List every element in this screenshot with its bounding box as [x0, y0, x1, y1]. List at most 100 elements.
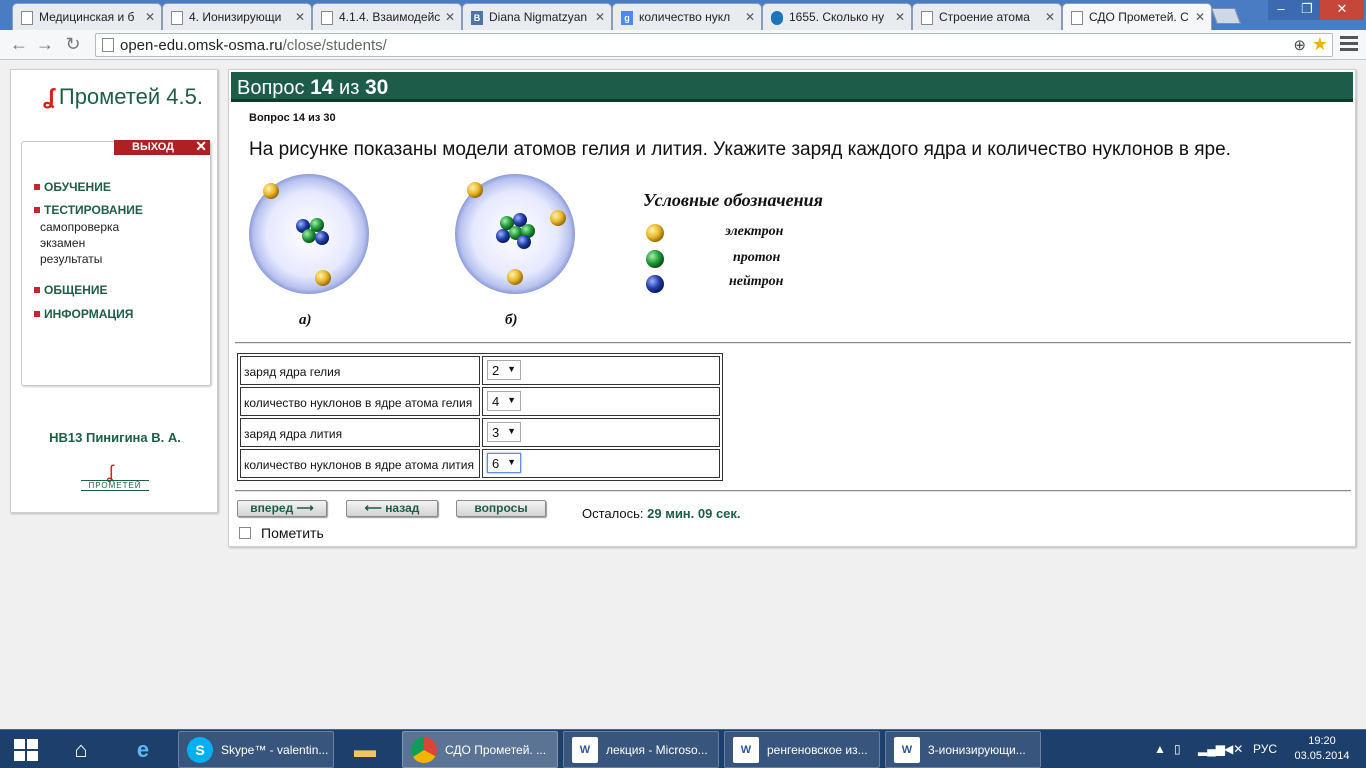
taskbar-item-word-xray[interactable]: W ренгеновское из...	[724, 731, 880, 768]
tray-expand-icon[interactable]: ▲	[1154, 742, 1166, 756]
divider	[235, 490, 1351, 492]
word-icon: W	[733, 737, 759, 763]
new-tab-button[interactable]	[1211, 8, 1241, 24]
clock[interactable]: 19:20 03.05.2014	[1290, 734, 1354, 764]
question-panel: Вопрос 14 из 30 Вопрос 14 из 30 На рисун…	[228, 69, 1356, 547]
dropdown-arrow-icon: ▼	[507, 364, 516, 374]
home-icon[interactable]: ⌂	[56, 732, 106, 767]
sidebar: ʆ Прометей 4.5. ВЫХОД ✕ ОБУЧЕНИЕ ТЕСТИРОВА…	[10, 69, 218, 513]
browser-tab[interactable]: 4.1.4. Взаимодейс ✕	[312, 3, 462, 30]
forward-arrow-icon[interactable]: →	[34, 35, 56, 55]
sidebar-item-information[interactable]: ИНФОРМАЦИЯ	[34, 307, 133, 321]
back-arrow-icon[interactable]: ←	[8, 35, 30, 55]
internet-explorer-icon[interactable]: e	[118, 732, 168, 767]
close-icon[interactable]: ✕	[595, 10, 605, 24]
close-icon: ✕	[195, 138, 207, 154]
reload-icon[interactable]: ↻	[62, 35, 84, 55]
sidebar-subitem-results[interactable]: результаты	[40, 252, 102, 266]
forward-button[interactable]: вперед ⟶	[237, 500, 327, 517]
close-icon[interactable]: ✕	[1045, 10, 1055, 24]
tab-title: Diana Nigmatzyan	[489, 10, 588, 24]
language-indicator[interactable]: РУС	[1253, 742, 1277, 756]
helium-charge-select[interactable]: 2 ▼	[487, 360, 521, 380]
back-button[interactable]: ⟵ назад	[346, 500, 438, 517]
legend-neutron: нейтрон	[729, 274, 784, 289]
taskbar-item-word-lecture[interactable]: W лекция - Microso...	[563, 731, 719, 768]
questions-button[interactable]: вопросы	[456, 500, 546, 517]
vk-icon: B	[471, 11, 483, 25]
browser-tab-active[interactable]: СДО Прометей. С ✕	[1062, 3, 1212, 30]
answer-label: заряд ядра гелия	[240, 356, 480, 385]
answer-label: количество нуклонов в ядре атома лития	[240, 449, 480, 478]
answer-cell: 6 ▼	[482, 449, 720, 478]
sidebar-item-learning[interactable]: ОБУЧЕНИЕ	[34, 180, 111, 194]
address-bar[interactable]: open-edu.omsk-osma.ru/close/students/ ⊕ …	[95, 33, 1333, 57]
taskbar-item-skype[interactable]: S Skype™ - valentin...	[178, 731, 334, 768]
close-icon[interactable]: ✕	[745, 10, 755, 24]
legend-electron: электрон	[725, 224, 784, 239]
table-row: количество нуклонов в ядре атома лития 6…	[239, 448, 721, 479]
signal-icon[interactable]: ▂▄▆	[1198, 742, 1225, 756]
menu-icon[interactable]	[1340, 36, 1358, 52]
user-name: НВ13 Пинигина В. А.	[49, 430, 181, 445]
electron-legend-ball	[646, 224, 664, 242]
bullet-icon	[34, 287, 40, 293]
table-row: количество нуклонов в ядре атома гелия 4…	[239, 386, 721, 417]
maximize-button[interactable]: ❐	[1294, 0, 1320, 20]
neutron-legend-ball	[646, 275, 664, 293]
arrow-left-icon: ⟵	[364, 501, 382, 515]
browser-tab[interactable]: g количество нукл ✕	[612, 3, 762, 30]
browser-tab[interactable]: 4. Ионизирующи ✕	[162, 3, 312, 30]
answer-label: заряд ядра лития	[240, 418, 480, 447]
helium-nucleons-select[interactable]: 4 ▼	[487, 391, 521, 411]
taskbar-item-word-ionizing[interactable]: W 3-ионизирующи...	[885, 731, 1041, 768]
flame-icon: ʆ	[43, 84, 55, 109]
browser-tab[interactable]: 1655. Сколько ну ✕	[762, 3, 912, 30]
browser-tabstrip: Медицинская и б ✕ 4. Ионизирующи ✕ 4.1.4…	[0, 0, 1366, 30]
prometheus-logo: ʆ Прометей 4.5.	[43, 84, 203, 109]
lithium-nucleons-select[interactable]: 6 ▼	[487, 453, 521, 473]
folder-icon[interactable]: ▬	[340, 732, 390, 767]
browser-tab[interactable]: Медицинская и б ✕	[12, 3, 162, 30]
close-icon[interactable]: ✕	[295, 10, 305, 24]
sidebar-item-communication[interactable]: ОБЩЕНИЕ	[34, 283, 108, 297]
zoom-icon[interactable]: ⊕	[1293, 36, 1306, 54]
minimize-button[interactable]: –	[1268, 0, 1294, 20]
volume-muted-icon[interactable]: ◀✕	[1224, 742, 1243, 756]
sidebar-subitem-exam[interactable]: экзамен	[40, 236, 85, 250]
url-text: open-edu.omsk-osma.ru/close/students/	[120, 37, 387, 54]
window-close-button[interactable]: ✕	[1320, 0, 1364, 20]
google-icon: g	[621, 11, 633, 25]
taskbar-item-chrome[interactable]: СДО Прометей. ...	[402, 731, 558, 768]
taskbar: ⌂ e S Skype™ - valentin... ▬ СДО Промете…	[0, 729, 1366, 768]
close-icon[interactable]: ✕	[1195, 10, 1205, 24]
lithium-charge-select[interactable]: 3 ▼	[487, 422, 521, 442]
windows-start-icon[interactable]	[14, 739, 38, 761]
lithium-atom-model	[455, 174, 575, 294]
drupal-icon	[771, 11, 783, 25]
sidebar-subitem-self-test[interactable]: самопроверка	[40, 220, 119, 234]
mark-checkbox-row[interactable]: Пометить	[239, 525, 324, 541]
close-icon[interactable]: ✕	[445, 10, 455, 24]
dropdown-arrow-icon: ▼	[507, 395, 516, 405]
battery-icon[interactable]: ▯	[1174, 742, 1181, 756]
bookmark-star-icon[interactable]: ★	[1312, 34, 1328, 55]
close-icon[interactable]: ✕	[145, 10, 155, 24]
browser-tab[interactable]: Строение атома ✕	[912, 3, 1062, 30]
page-icon	[1071, 11, 1083, 25]
exit-button[interactable]: ВЫХОД ✕	[114, 138, 210, 155]
tab-title: Медицинская и б	[39, 10, 135, 24]
sidebar-item-testing[interactable]: ТЕСТИРОВАНИЕ	[34, 203, 143, 217]
answer-label: количество нуклонов в ядре атома гелия	[240, 387, 480, 416]
mark-checkbox[interactable]	[239, 527, 251, 539]
word-icon: W	[894, 737, 920, 763]
tab-title: 1655. Сколько ну	[789, 10, 885, 24]
bullet-icon	[34, 207, 40, 213]
dropdown-arrow-icon: ▼	[507, 457, 516, 467]
browser-tab[interactable]: B Diana Nigmatzyan ✕	[462, 3, 612, 30]
tab-title: СДО Прометей. С	[1089, 10, 1189, 24]
prometheus-small-logo: ʆ ПРОМЕТЕЙ	[81, 462, 149, 492]
page-icon	[321, 11, 333, 25]
close-icon[interactable]: ✕	[895, 10, 905, 24]
page-icon	[21, 11, 33, 25]
